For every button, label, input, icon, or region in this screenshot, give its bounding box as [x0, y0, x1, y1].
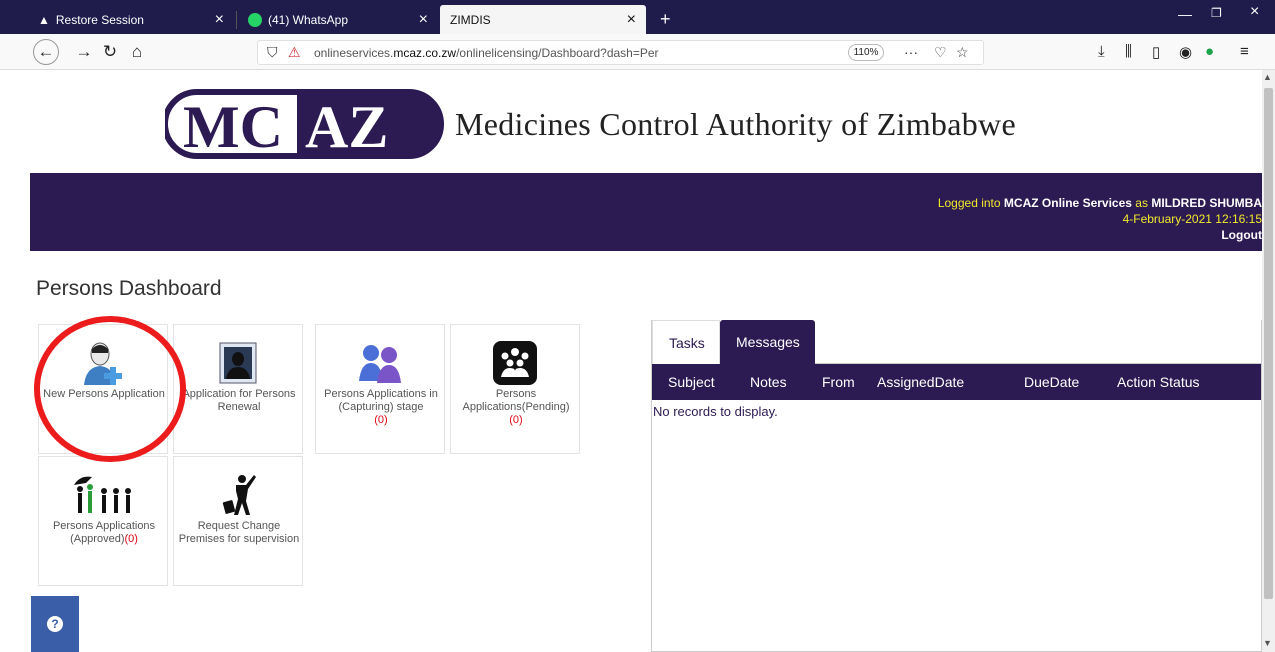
tile-label: Persons Applications in (Capturing) stag… — [324, 388, 438, 426]
tile-label: Request Change Premises for supervision — [178, 520, 300, 545]
tab-zimdis[interactable]: ZIMDIS × — [440, 5, 646, 34]
users-group-icon — [359, 345, 401, 383]
logout-link[interactable]: Logout — [938, 227, 1262, 243]
insecure-lock-icon[interactable]: ⚠ — [288, 44, 301, 61]
home-icon[interactable]: ⌂ — [127, 39, 147, 65]
address-bar[interactable]: ⛉ ⚠ onlineservices.mcaz.co.zw/onlinelice… — [257, 40, 984, 65]
column-due-date[interactable]: DueDate — [1024, 374, 1079, 390]
restore-icon[interactable]: ❐ — [1211, 6, 1222, 20]
tab-label: ZIMDIS — [450, 12, 491, 27]
tile-request-change-premises[interactable]: Request Change Premises for supervision — [173, 456, 303, 586]
login-datetime: 4-February-2021 12:16:15 — [1122, 212, 1262, 226]
tab-tasks[interactable]: Tasks — [652, 320, 720, 364]
page-content: MC AZ Medicines Control Authority of Zim… — [0, 70, 1262, 652]
tile-label: Application for Persons Renewal — [182, 388, 296, 413]
tile-label: Persons Applications (Approved)(0) — [52, 520, 156, 545]
people-group-icon — [493, 341, 537, 385]
more-actions-icon[interactable]: ··· — [904, 44, 918, 60]
page-scrollbar[interactable]: ▲ ▼ — [1262, 70, 1275, 652]
tile-persons-applications-pending[interactable]: Persons Applications(Pending) (0) — [450, 324, 580, 454]
page-title: Persons Dashboard — [36, 277, 222, 300]
bookmark-star-icon[interactable]: ☆ — [956, 44, 969, 61]
scroll-down-icon[interactable]: ▼ — [1263, 638, 1272, 648]
highlight-circle — [34, 316, 186, 462]
tasks-panel: Tasks Messages Subject Notes From Assign… — [651, 320, 1262, 652]
tile-persons-applications-approved[interactable]: Persons Applications (Approved)(0) — [38, 456, 168, 586]
whatsapp-icon — [248, 12, 262, 27]
approved-people-icon — [74, 476, 131, 513]
extension-icon[interactable]: ● — [1205, 43, 1214, 60]
reload-icon[interactable]: ↻ — [100, 39, 120, 65]
url-text[interactable]: onlineservices.mcaz.co.zw/onlinelicensin… — [314, 46, 659, 60]
tab-separator — [236, 11, 237, 29]
tile-application-for-persons-renewal[interactable]: Application for Persons Renewal — [173, 324, 303, 454]
back-icon[interactable]: ← — [33, 39, 59, 65]
browser-tab-bar: ▲ Restore Session × (41) WhatsApp × ZIMD… — [0, 0, 1275, 34]
help-button[interactable]: ? — [31, 596, 79, 652]
sidebar-icon[interactable]: ▯ — [1152, 43, 1160, 61]
forward-icon[interactable]: → — [74, 39, 94, 65]
tab-label: (41) WhatsApp — [268, 12, 349, 27]
browser-nav-bar: ← → ↻ ⌂ ⛉ ⚠ onlineservices.mcaz.co.zw/on… — [0, 34, 1275, 70]
close-icon[interactable]: × — [419, 11, 428, 29]
new-tab-button[interactable]: + — [650, 5, 676, 34]
tile-count: (0) — [509, 414, 523, 426]
column-assigned-date[interactable]: AssignedDate — [877, 374, 964, 390]
login-info: Logged into MCAZ Online Services as MILD… — [937, 196, 1262, 243]
menu-icon[interactable]: ≡ — [1240, 43, 1249, 60]
library-icon[interactable]: ⫼ — [1125, 43, 1132, 60]
tab-label: Restore Session — [55, 12, 144, 27]
close-icon[interactable]: × — [215, 11, 224, 29]
close-icon[interactable]: × — [627, 11, 636, 29]
minimize-icon[interactable]: — — [1178, 6, 1192, 22]
column-subject[interactable]: Subject — [668, 374, 715, 390]
shield-icon[interactable]: ⛉ — [267, 44, 278, 61]
column-action-status[interactable]: Action Status — [1117, 374, 1200, 390]
no-records-message: No records to display. — [653, 404, 778, 419]
logo-text-mc: MC — [183, 94, 283, 159]
mcaz-logo: MC AZ — [162, 89, 445, 160]
account-icon[interactable]: ◉ — [1179, 43, 1192, 61]
traveler-icon — [222, 475, 256, 515]
logo-graphic: MC AZ — [162, 89, 444, 160]
document-user-icon — [219, 342, 257, 384]
tile-count: (0) — [374, 414, 388, 426]
column-from[interactable]: From — [822, 374, 855, 390]
panel-tabs: Tasks Messages — [652, 320, 1261, 364]
scroll-up-icon[interactable]: ▲ — [1263, 72, 1272, 82]
tab-messages[interactable]: Messages — [720, 320, 815, 364]
zoom-indicator[interactable]: 110% — [848, 44, 884, 61]
download-icon[interactable]: ⤓ — [1098, 43, 1105, 60]
pocket-icon[interactable]: ♡ — [934, 44, 947, 61]
logo-text-az: AZ — [305, 94, 388, 159]
tab-whatsapp[interactable]: (41) WhatsApp × — [238, 5, 438, 34]
warning-icon: ▲ — [38, 12, 50, 27]
tab-restore-session[interactable]: ▲ Restore Session × — [28, 5, 234, 34]
tile-count: (0) — [124, 533, 138, 545]
column-notes[interactable]: Notes — [750, 374, 787, 390]
org-name: Medicines Control Authority of Zimbabwe — [455, 106, 1016, 142]
tile-persons-applications-capturing[interactable]: Persons Applications in (Capturing) stag… — [315, 324, 445, 454]
header-band: Logged into MCAZ Online Services as MILD… — [30, 173, 1262, 251]
grid-header: Subject Notes From AssignedDate DueDate … — [652, 364, 1261, 400]
scroll-thumb[interactable] — [1264, 88, 1273, 599]
help-icon: ? — [47, 616, 63, 632]
tile-label: Persons Applications(Pending) (0) — [462, 388, 570, 426]
window-close-icon[interactable]: × — [1250, 3, 1259, 21]
